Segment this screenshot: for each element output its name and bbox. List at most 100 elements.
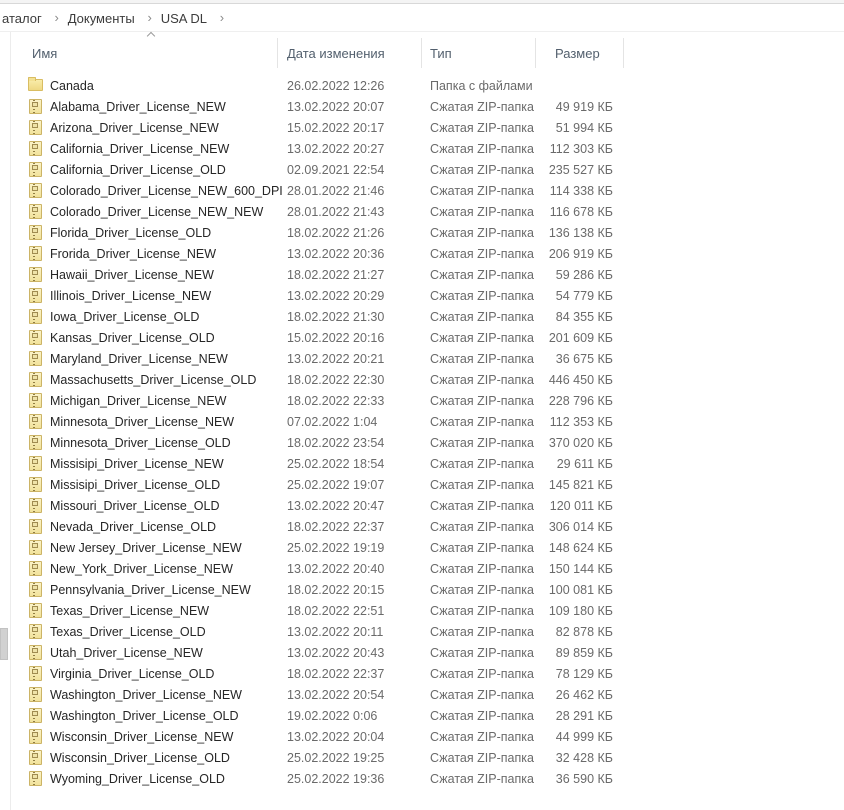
column-divider[interactable]: [623, 38, 624, 68]
zip-archive-icon: [29, 624, 42, 639]
breadcrumb-chevron-icon[interactable]: ›: [213, 11, 231, 25]
file-row[interactable]: Wyoming_Driver_License_OLD 25.02.2022 19…: [10, 768, 844, 789]
file-date-modified: 13.02.2022 20:29: [287, 288, 385, 303]
file-name: Illinois_Driver_License_NEW: [50, 288, 212, 303]
file-row[interactable]: Colorado_Driver_License_NEW_NEW 28.01.20…: [10, 201, 844, 222]
file-name: Frorida_Driver_License_NEW: [50, 246, 217, 261]
file-date-modified: 02.09.2021 22:54: [287, 162, 385, 177]
file-name: Texas_Driver_License_OLD: [50, 624, 206, 639]
column-divider[interactable]: [535, 38, 536, 68]
file-date-modified: 13.02.2022 20:43: [287, 645, 385, 660]
file-row[interactable]: Massachusetts_Driver_License_OLD 18.02.2…: [10, 369, 844, 390]
file-row[interactable]: Missisipi_Driver_License_OLD 25.02.2022 …: [10, 474, 844, 495]
breadcrumb-chevron-icon[interactable]: ›: [48, 11, 66, 25]
file-name: Colorado_Driver_License_NEW_NEW: [50, 204, 264, 219]
file-size: 36 590 КБ: [555, 771, 613, 786]
file-name: Nevada_Driver_License_OLD: [50, 519, 217, 534]
file-row[interactable]: Pennsylvania_Driver_License_NEW 18.02.20…: [10, 579, 844, 600]
file-row[interactable]: Utah_Driver_License_NEW 13.02.2022 20:43…: [10, 642, 844, 663]
file-name: Wyoming_Driver_License_OLD: [50, 771, 225, 786]
file-row[interactable]: Wisconsin_Driver_License_NEW 13.02.2022 …: [10, 726, 844, 747]
file-row[interactable]: Arizona_Driver_License_NEW 15.02.2022 20…: [10, 117, 844, 138]
file-row[interactable]: Missisipi_Driver_License_NEW 25.02.2022 …: [10, 453, 844, 474]
column-divider[interactable]: [421, 38, 422, 68]
file-size: 32 428 КБ: [555, 750, 613, 765]
file-row[interactable]: Frorida_Driver_License_NEW 13.02.2022 20…: [10, 243, 844, 264]
file-name: Virginia_Driver_License_OLD: [50, 666, 215, 681]
zip-archive-icon: [29, 141, 42, 156]
file-row[interactable]: Maryland_Driver_License_NEW 13.02.2022 2…: [10, 348, 844, 369]
breadcrumb-chevron-icon[interactable]: ›: [141, 11, 159, 25]
file-row[interactable]: California_Driver_License_OLD 02.09.2021…: [10, 159, 844, 180]
file-date-modified: 18.02.2022 21:26: [287, 225, 385, 240]
column-header-size[interactable]: Размер: [535, 38, 623, 68]
file-row[interactable]: Texas_Driver_License_OLD 13.02.2022 20:1…: [10, 621, 844, 642]
file-row[interactable]: Nevada_Driver_License_OLD 18.02.2022 22:…: [10, 516, 844, 537]
file-date-modified: 15.02.2022 20:16: [287, 330, 385, 345]
file-size: 145 821 КБ: [548, 477, 613, 492]
zip-archive-icon: [29, 435, 42, 450]
file-size: 26 462 КБ: [555, 687, 613, 702]
file-row[interactable]: Texas_Driver_License_NEW 18.02.2022 22:5…: [10, 600, 844, 621]
zip-archive-icon: [29, 708, 42, 723]
file-size: 228 796 КБ: [548, 393, 613, 408]
file-row[interactable]: Hawaii_Driver_License_NEW 18.02.2022 21:…: [10, 264, 844, 285]
left-scrollbar-thumb[interactable]: [0, 628, 8, 660]
zip-archive-icon: [29, 183, 42, 198]
file-size: 201 609 КБ: [548, 330, 613, 345]
file-name: Canada: [50, 78, 94, 93]
zip-archive-icon: [29, 498, 42, 513]
file-size: 54 779 КБ: [555, 288, 613, 303]
breadcrumb-item-documents[interactable]: Документы: [66, 9, 141, 28]
zip-archive-icon: [29, 666, 42, 681]
column-divider[interactable]: [277, 38, 278, 68]
file-row[interactable]: Florida_Driver_License_OLD 18.02.2022 21…: [10, 222, 844, 243]
file-date-modified: 18.02.2022 23:54: [287, 435, 385, 450]
file-row[interactable]: Virginia_Driver_License_OLD 18.02.2022 2…: [10, 663, 844, 684]
file-date-modified: 25.02.2022 19:19: [287, 540, 385, 555]
file-date-modified: 18.02.2022 20:15: [287, 582, 385, 597]
file-name: Washington_Driver_License_NEW: [50, 687, 242, 702]
zip-archive-icon: [29, 351, 42, 366]
zip-archive-icon: [29, 246, 42, 261]
zip-archive-icon: [29, 414, 42, 429]
file-row[interactable]: New_York_Driver_License_NEW 13.02.2022 2…: [10, 558, 844, 579]
file-row[interactable]: Minnesota_Driver_License_OLD 18.02.2022 …: [10, 432, 844, 453]
file-row[interactable]: Washington_Driver_License_NEW 13.02.2022…: [10, 684, 844, 705]
file-size: 59 286 КБ: [555, 267, 613, 282]
file-row[interactable]: Washington_Driver_License_OLD 19.02.2022…: [10, 705, 844, 726]
file-row[interactable]: Missouri_Driver_License_OLD 13.02.2022 2…: [10, 495, 844, 516]
breadcrumb-item-catalog[interactable]: аталог: [0, 9, 48, 28]
file-row[interactable]: Minnesota_Driver_License_NEW 07.02.2022 …: [10, 411, 844, 432]
file-size: 100 081 КБ: [548, 582, 613, 597]
file-name: Texas_Driver_License_NEW: [50, 603, 210, 618]
file-row[interactable]: Illinois_Driver_License_NEW 13.02.2022 2…: [10, 285, 844, 306]
file-name: Missisipi_Driver_License_NEW: [50, 456, 224, 471]
file-row[interactable]: Michigan_Driver_License_NEW 18.02.2022 2…: [10, 390, 844, 411]
file-date-modified: 25.02.2022 19:25: [287, 750, 385, 765]
file-row[interactable]: Alabama_Driver_License_NEW 13.02.2022 20…: [10, 96, 844, 117]
file-row[interactable]: Kansas_Driver_License_OLD 15.02.2022 20:…: [10, 327, 844, 348]
breadcrumb-item-usa-dl[interactable]: USA DL: [159, 9, 213, 28]
file-row[interactable]: Canada 26.02.2022 12:26 Папка с файлами: [10, 75, 844, 96]
zip-archive-icon: [29, 225, 42, 240]
zip-archive-icon: [29, 309, 42, 324]
zip-archive-icon: [29, 603, 42, 618]
column-header-name[interactable]: Имя: [10, 38, 277, 68]
file-size: 370 020 КБ: [548, 435, 613, 450]
file-date-modified: 13.02.2022 20:07: [287, 99, 385, 114]
zip-archive-icon: [29, 267, 42, 282]
column-header-type[interactable]: Тип: [421, 38, 535, 68]
breadcrumb: аталог › Документы › USA DL ›: [0, 5, 844, 32]
file-row[interactable]: Iowa_Driver_License_OLD 18.02.2022 21:30…: [10, 306, 844, 327]
file-row[interactable]: California_Driver_License_NEW 13.02.2022…: [10, 138, 844, 159]
column-header-date[interactable]: Дата изменения: [277, 38, 421, 68]
file-row[interactable]: Colorado_Driver_License_NEW_600_DPI 28.0…: [10, 180, 844, 201]
file-size: 28 291 КБ: [555, 708, 613, 723]
zip-archive-icon: [29, 645, 42, 660]
file-row[interactable]: Wisconsin_Driver_License_OLD 25.02.2022 …: [10, 747, 844, 768]
folder-icon: [28, 77, 43, 91]
file-date-modified: 25.02.2022 19:36: [287, 771, 385, 786]
file-row[interactable]: New Jersey_Driver_License_NEW 25.02.2022…: [10, 537, 844, 558]
file-size: 148 624 КБ: [548, 540, 613, 555]
